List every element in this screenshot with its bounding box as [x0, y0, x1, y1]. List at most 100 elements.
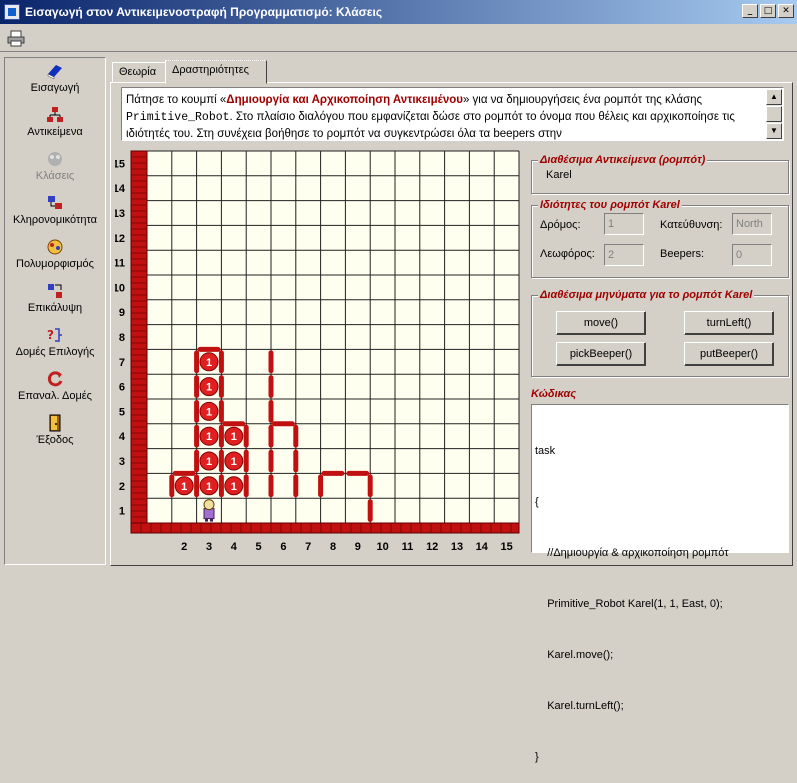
- code-line: Karel.turnLeft();: [535, 700, 624, 712]
- wall-segment-vertical: [268, 400, 274, 423]
- wall-segment-vertical: [293, 449, 299, 473]
- street-tick-label: 1: [119, 506, 125, 518]
- instructions-part: Πάτησε το κουμπί «: [126, 94, 227, 106]
- beeper-count: 1: [206, 357, 212, 369]
- beeper-count: 1: [206, 431, 212, 443]
- wall-segment-vertical: [194, 424, 200, 448]
- avenue-label: Λεωφόρος:: [540, 248, 595, 260]
- sidebar-item-label: Δομές Επιλογής: [15, 346, 95, 358]
- beeper-count: 1: [206, 481, 212, 493]
- west-boundary-wall: [130, 150, 148, 534]
- street-tick-label: 15: [115, 158, 125, 170]
- sidebar-item-exit[interactable]: Έξοδος: [5, 414, 105, 446]
- sidebar-item-label: Επαναλ. Δομές: [17, 390, 92, 402]
- create-object-link-text: Δημιουργία και Αρχικοποίηση Αντικειμένου: [226, 94, 463, 106]
- wall-segment-horizontal: [172, 470, 196, 476]
- beeper-count: 1: [206, 406, 212, 418]
- robot-world[interactable]: 1234567891011121314152 3 4 5 6 7 8 9 10 11 12 13 14 1…: [115, 145, 526, 553]
- wall-segment-vertical: [218, 375, 224, 398]
- avenue-tick-label: 11: [402, 541, 414, 553]
- minimize-button[interactable]: _: [742, 4, 758, 18]
- put-beeper-button[interactable]: putBeeper(): [684, 342, 774, 366]
- sidebar-item-inheritance[interactable]: Κληρονομικότητα: [5, 194, 105, 226]
- wall-segment-vertical: [194, 474, 200, 498]
- object-item-karel[interactable]: Karel: [546, 169, 572, 181]
- street-tick-label: 5: [119, 406, 125, 418]
- move-button[interactable]: move(): [556, 311, 646, 335]
- sidebar-item-polymorphism[interactable]: Πολυμορφισμός: [5, 238, 105, 270]
- title-bar: Εισαγωγή στον Αντικειμενοστραφή Προγραμμ…: [0, 0, 797, 24]
- book-icon: [47, 65, 62, 80]
- messages-group-title: Διαθέσιμα μηνύματα για το ρομπότ Karel: [538, 289, 755, 301]
- sidebar-item-label: Κλάσεις: [35, 170, 75, 182]
- wall-segment-vertical: [218, 474, 224, 498]
- sidebar-item-loops[interactable]: Επαναλ. Δομές: [5, 370, 105, 402]
- app-icon: [4, 4, 20, 20]
- code-label: Κώδικας: [531, 388, 577, 400]
- sidebar-item-classes[interactable]: Κλάσεις: [5, 150, 105, 182]
- avenue-tick-label: 10: [376, 541, 388, 553]
- street-tick-label: 12: [115, 233, 125, 245]
- avenue-tick-label: 6: [280, 541, 286, 553]
- scroll-down-icon[interactable]: ▼: [766, 123, 782, 139]
- objects-group: Διαθέσιμα Αντικείμενα (ρομπότ) Karel: [531, 154, 789, 194]
- wall-segment-vertical: [218, 400, 224, 423]
- tab-theory[interactable]: Θεωρία: [112, 62, 166, 83]
- wall-segment-vertical: [194, 375, 200, 398]
- street-tick-label: 11: [115, 258, 125, 270]
- robot-leg: [210, 518, 213, 522]
- direction-label: Κατεύθυνση:: [660, 219, 723, 231]
- scroll-thumb[interactable]: [766, 106, 782, 122]
- code-line: Karel.move();: [535, 649, 614, 661]
- wall-segment-horizontal: [272, 421, 295, 427]
- street-tick-label: 3: [119, 456, 125, 468]
- wall-segment-vertical: [367, 499, 373, 522]
- close-button[interactable]: ✕: [778, 4, 794, 18]
- sidebar-item-override[interactable]: Επικάλυψη: [5, 282, 105, 314]
- instructions-scrollbar[interactable]: ▲ ▼: [766, 89, 782, 139]
- sidebar-item-label: Επικάλυψη: [27, 302, 83, 314]
- wall-segment-horizontal: [197, 346, 221, 352]
- turn-left-button[interactable]: turnLeft(): [684, 311, 774, 335]
- wall-segment-vertical: [268, 424, 274, 448]
- pick-beeper-button[interactable]: pickBeeper(): [556, 342, 646, 366]
- sidebar-item-objects[interactable]: Αντικείμενα: [5, 106, 105, 138]
- tab-activities[interactable]: Δραστηριότητες: [165, 60, 267, 84]
- street-tick-label: 2: [119, 481, 125, 493]
- beepers-label: Beepers:: [660, 248, 705, 260]
- sidebar-item-intro[interactable]: Εισαγωγή: [5, 62, 105, 94]
- svg-text:?: ?: [47, 328, 54, 342]
- code-line: //Δημιουργία & αρχικοποίηση ρομπότ: [535, 547, 729, 559]
- beeper-count: 1: [231, 456, 237, 468]
- sidebar-item-label: Πολυμορφισμός: [16, 258, 94, 270]
- properties-group-title: Ιδιότητες του ρομπότ Karel: [538, 199, 682, 211]
- avenue-tick-label: 7: [305, 541, 311, 553]
- beepers-field: 0: [732, 244, 772, 266]
- street-tick-label: 6: [119, 382, 125, 394]
- code-editor[interactable]: task { //Δημιουργία & αρχικοποίηση ρομπό…: [531, 404, 789, 763]
- wall-segment-vertical: [268, 375, 274, 398]
- street-tick-label: 7: [119, 357, 125, 369]
- sidebar-item-label: Εισαγωγή: [30, 82, 80, 94]
- beeper-count: 1: [206, 456, 212, 468]
- wall-segment-vertical: [268, 350, 274, 374]
- street-tick-label: 13: [115, 208, 125, 220]
- code-line: Primitive_Robot Karel(1, 1, East, 0);: [535, 598, 723, 610]
- class-icon: [48, 152, 62, 166]
- maximize-button[interactable]: □: [760, 4, 776, 18]
- objects-icon: [47, 107, 63, 122]
- wall-segment-vertical: [293, 474, 299, 498]
- messages-group: Διαθέσιμα μηνύματα για το ρομπότ Karel m…: [531, 289, 789, 377]
- scroll-up-icon[interactable]: ▲: [766, 89, 782, 105]
- sidebar-item-selection[interactable]: ? Δομές Επιλογής: [5, 326, 105, 358]
- avenue-tick-label: 5: [256, 541, 262, 553]
- avenue-tick-label: 12: [426, 541, 438, 553]
- street-label: Δρόμος:: [540, 219, 581, 231]
- wall-segment-horizontal: [321, 470, 345, 476]
- override-icon: [48, 284, 62, 298]
- wall-segment-vertical: [194, 350, 200, 374]
- exit-door-icon: [49, 414, 61, 432]
- robot-head: [203, 499, 215, 511]
- printer-icon[interactable]: [7, 30, 25, 47]
- wall-segment-horizontal: [346, 470, 370, 476]
